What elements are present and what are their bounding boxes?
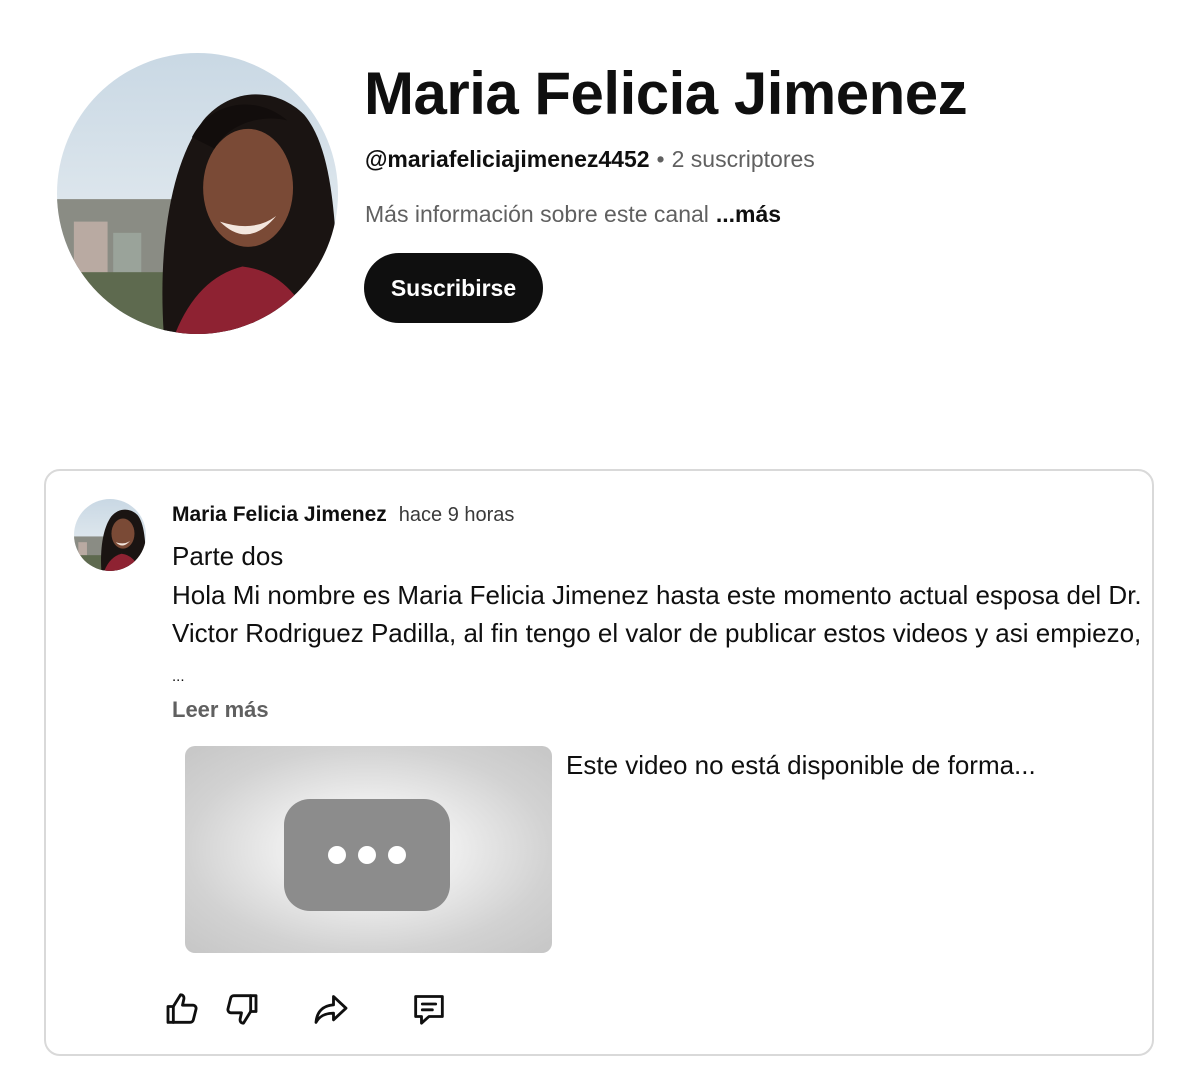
channel-name: Maria Felicia Jimenez <box>364 60 968 127</box>
video-thumbnail[interactable] <box>185 746 552 953</box>
post-author[interactable]: Maria Felicia Jimenez <box>172 503 387 526</box>
channel-meta: @mariafeliciajimenez4452 • 2 suscriptores <box>365 144 815 174</box>
share-button[interactable] <box>307 985 355 1033</box>
like-button[interactable] <box>159 985 207 1033</box>
subscribe-button[interactable]: Suscribirse <box>364 253 543 323</box>
thumbs-up-icon <box>163 989 203 1029</box>
comment-button[interactable] <box>405 985 453 1033</box>
dot-icon <box>388 846 406 864</box>
comment-icon <box>409 989 449 1029</box>
channel-about-text: Más información sobre este canal <box>365 201 709 227</box>
channel-handle: @mariafeliciajimenez4452 <box>365 146 650 172</box>
read-more-link[interactable]: Leer más <box>172 695 269 725</box>
channel-avatar[interactable] <box>57 53 338 334</box>
post-author-avatar[interactable] <box>74 499 146 571</box>
post-timestamp[interactable]: hace 9 horas <box>399 504 515 526</box>
unavailable-video-dots-icon <box>284 799 450 911</box>
dislike-button[interactable] <box>217 985 265 1033</box>
post-text-paragraph: Hola Mi nombre es Maria Felicia Jimenez … <box>172 576 1147 697</box>
post-text-ellipsis: ... <box>172 667 185 685</box>
post-header: Maria Felicia Jimenez hace 9 horas <box>172 501 514 531</box>
dot-icon <box>358 846 376 864</box>
post-text: Hola Mi nombre es Maria Felicia Jimenez … <box>172 579 1142 649</box>
thumbs-down-icon <box>221 989 261 1029</box>
channel-about-link[interactable]: Más información sobre este canal ...más <box>365 199 781 229</box>
dot-icon <box>328 846 346 864</box>
channel-about-more[interactable]: ...más <box>716 201 781 227</box>
post-body: Parte dos Hola Mi nombre es Maria Felici… <box>172 537 1147 696</box>
subscriber-count: 2 suscriptores <box>671 146 815 172</box>
community-post-card: Maria Felicia Jimenez hace 9 horas Parte … <box>44 469 1154 1056</box>
meta-separator: • <box>656 146 665 172</box>
share-arrow-icon <box>311 989 351 1029</box>
video-title[interactable]: Este video no está disponible de forma..… <box>566 747 1036 783</box>
post-title-line: Parte dos <box>172 541 284 571</box>
